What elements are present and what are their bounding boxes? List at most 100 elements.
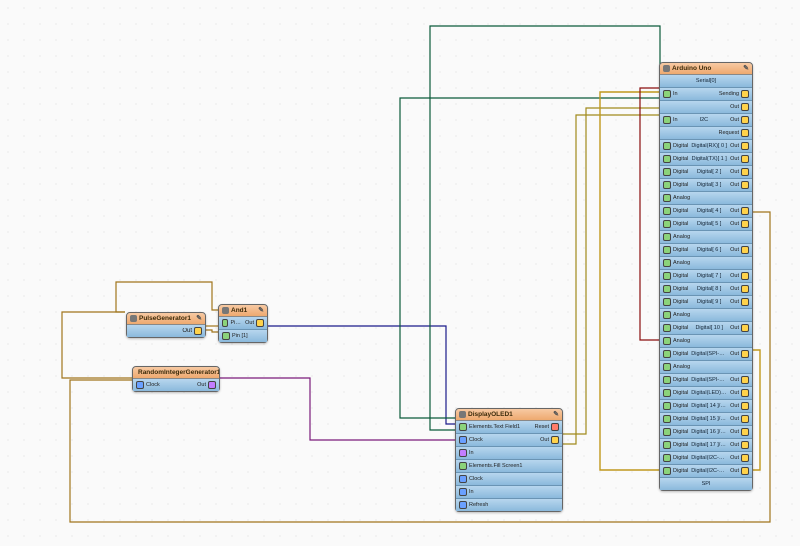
arduino-pin-row[interactable]: DigitalDigital[ 5 ]Out [660,217,752,230]
port-out[interactable] [741,454,749,462]
edit-icon[interactable]: ✎ [743,63,749,74]
port-in[interactable] [663,350,671,358]
port-in[interactable] [663,116,671,124]
port-in[interactable] [663,454,671,462]
arduino-pin-row[interactable]: DigitalDigital[ 14 ]/AnalogIn[ 0 ]Out [660,399,752,412]
port-out[interactable] [551,436,559,444]
arduino-pin-row[interactable]: DigitalDigital(I2C-SCL)[ 19 ]/AnalogIn[ … [660,464,752,477]
port-in[interactable] [459,449,467,457]
port-in[interactable] [459,488,467,496]
arduino-pin-row[interactable]: DigitalDigital(LED)(SPI-SCK)[ 13 ]Out [660,386,752,399]
port-in[interactable] [663,233,671,241]
arduino-pin-row[interactable]: Serial[0] [660,75,752,87]
port-in[interactable] [663,259,671,267]
arduino-pin-row[interactable]: DigitalDigital[ 16 ]/AnalogIn[ 2 ]Out [660,425,752,438]
port-in[interactable] [663,168,671,176]
port-in[interactable] [663,90,671,98]
port-out[interactable] [741,324,749,332]
arduino-pin-row[interactable]: Analog [660,308,752,321]
port-out[interactable] [741,402,749,410]
node-and[interactable]: And1 ✎ Pin [0] Out Pin [1] [218,304,268,343]
port-out[interactable] [741,376,749,384]
arduino-pin-row[interactable]: DigitalDigital[ 6 ]Out [660,243,752,256]
node-pulse-generator[interactable]: PulseGenerator1 ✎ Out [126,312,206,338]
arduino-pin-row[interactable]: DigitalDigital[ 15 ]/AnalogIn[ 1 ]Out [660,412,752,425]
arduino-pin-row[interactable]: Request [660,126,752,139]
edit-icon[interactable]: ✎ [553,409,559,420]
port-out[interactable] [741,428,749,436]
port-in[interactable] [663,311,671,319]
port-in[interactable] [136,381,144,389]
port-in[interactable] [663,142,671,150]
arduino-pin-row[interactable]: InI2COut [660,113,752,126]
port-out[interactable] [194,327,202,335]
port-out[interactable] [256,319,264,327]
port-in[interactable] [459,423,467,431]
arduino-pin-row[interactable]: InSending [660,87,752,100]
edit-icon[interactable]: ✎ [196,313,202,324]
port-in[interactable] [663,337,671,345]
port-out[interactable] [741,168,749,176]
port-out[interactable] [741,272,749,280]
node-random-integer-generator[interactable]: RandomIntegerGenerator1 ✎ Clock Out [132,366,220,392]
arduino-pin-row[interactable]: DigitalDigital[ 8 ]Out [660,282,752,295]
port-in[interactable] [663,181,671,189]
port-out[interactable] [551,423,559,431]
arduino-pin-row[interactable]: DigitalDigital[ 3 ]Out [660,178,752,191]
port-out[interactable] [741,90,749,98]
port-out[interactable] [741,441,749,449]
edit-icon[interactable]: ✎ [258,305,264,316]
arduino-pin-row[interactable]: Analog [660,334,752,347]
arduino-pin-row[interactable]: Analog [660,360,752,373]
node-arduino-uno[interactable]: Arduino Uno ✎ Serial[0]InSendingOutInI2C… [659,62,753,491]
port-in[interactable] [663,272,671,280]
visual-programming-canvas[interactable]: PulseGenerator1 ✎ Out And1 ✎ Pin [0] Out… [0,0,800,546]
port-out[interactable] [741,350,749,358]
port-in[interactable] [663,194,671,202]
node-display-oled[interactable]: DisplayOLED1 ✎ Elements.Text Field1 Rese… [455,408,563,512]
arduino-pin-row[interactable]: DigitalDigital[ 17 ]/AnalogIn[ 3 ]Out [660,438,752,451]
port-out[interactable] [741,142,749,150]
port-out[interactable] [741,285,749,293]
arduino-pin-row[interactable]: DigitalDigital[ 7 ]Out [660,269,752,282]
arduino-pin-row[interactable]: DigitalDigital(RX)[ 0 ]Out [660,139,752,152]
port-in[interactable] [663,298,671,306]
port-out[interactable] [741,298,749,306]
port-in[interactable] [459,436,467,444]
port-out[interactable] [741,103,749,111]
port-in[interactable] [459,501,467,509]
arduino-pin-row[interactable]: DigitalDigital[ 2 ]Out [660,165,752,178]
arduino-pin-row[interactable]: DigitalDigital(SPI-MOSI)[ 11 ]Out [660,347,752,360]
port-in[interactable] [222,332,230,340]
port-in[interactable] [663,285,671,293]
port-out[interactable] [741,220,749,228]
port-in[interactable] [459,475,467,483]
port-out[interactable] [208,381,216,389]
arduino-pin-row[interactable]: DigitalDigital(I2C-SDA)[ 18 ]/AnalogIn[ … [660,451,752,464]
port-in[interactable] [663,363,671,371]
port-in[interactable] [663,415,671,423]
port-out[interactable] [741,467,749,475]
port-in[interactable] [663,155,671,163]
arduino-pin-row[interactable]: DigitalDigital(SPI-MISO)[ 12 ]Out [660,373,752,386]
port-in[interactable] [663,467,671,475]
port-in[interactable] [663,376,671,384]
arduino-pin-row[interactable]: Analog [660,191,752,204]
port-in[interactable] [663,246,671,254]
port-in[interactable] [663,441,671,449]
port-in[interactable] [663,428,671,436]
port-in[interactable] [663,402,671,410]
port-out[interactable] [741,116,749,124]
arduino-pin-row[interactable]: Analog [660,230,752,243]
arduino-pin-row[interactable]: Analog [660,256,752,269]
arduino-pin-row[interactable]: DigitalDigital[ 10 ]Out [660,321,752,334]
port-in[interactable] [663,207,671,215]
port-out[interactable] [741,181,749,189]
port-in[interactable] [459,462,467,470]
arduino-pin-row[interactable]: DigitalDigital[ 9 ]Out [660,295,752,308]
port-out[interactable] [741,207,749,215]
port-out[interactable] [741,246,749,254]
arduino-pin-row[interactable]: Out [660,100,752,113]
port-in[interactable] [663,220,671,228]
port-out[interactable] [741,389,749,397]
